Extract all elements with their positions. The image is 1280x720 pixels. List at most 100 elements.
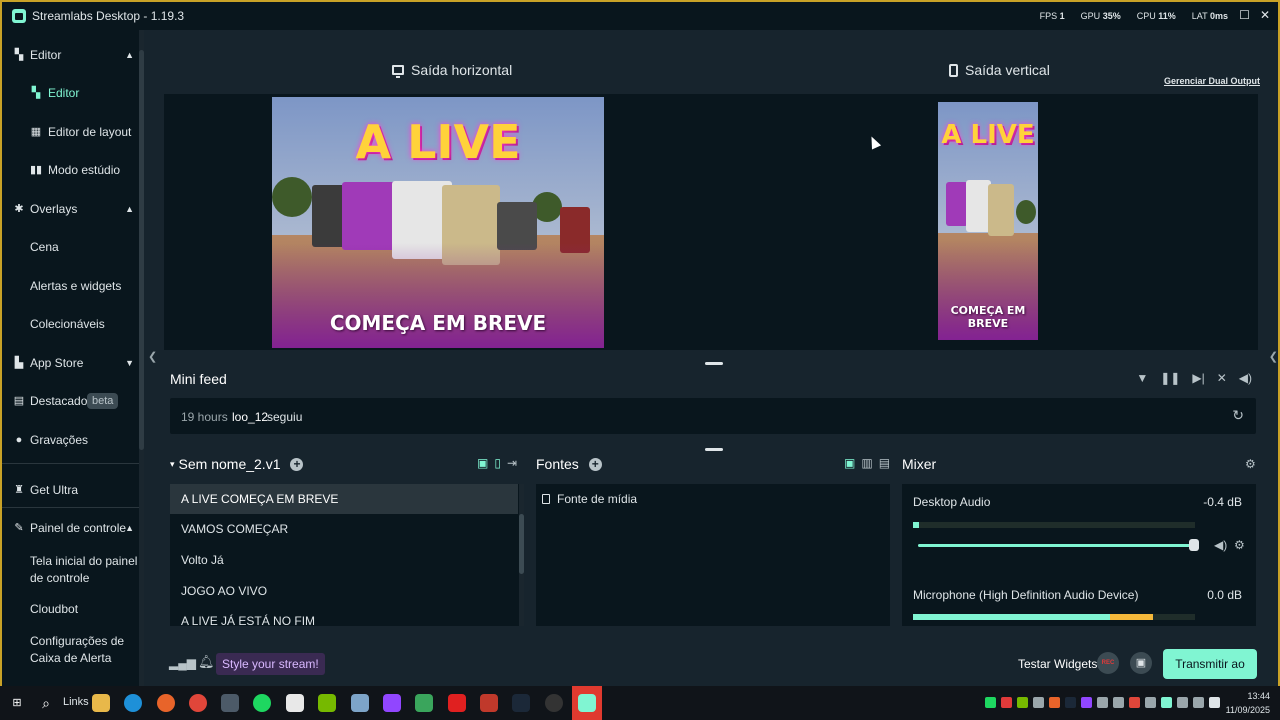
- gear-icon[interactable]: ⚙: [1234, 538, 1245, 552]
- volume-slider[interactable]: [918, 544, 1194, 547]
- tray-icon[interactable]: [985, 697, 996, 708]
- tray-icon[interactable]: [1129, 697, 1140, 708]
- sidebar-group-dashboard[interactable]: ✎ Painel de controle ▲: [2, 513, 144, 543]
- app-icon[interactable]: [221, 694, 239, 712]
- collapse-sidebar-icon[interactable]: ❮: [148, 350, 157, 363]
- event-user[interactable]: loo_12: [232, 410, 268, 424]
- sidebar-item-alerts-widgets[interactable]: Alertas e widgets: [2, 271, 144, 301]
- sidebar-item-layout-editor[interactable]: ▦ Editor de layout: [2, 117, 144, 147]
- resize-handle[interactable]: [705, 448, 723, 451]
- windows-start-icon[interactable]: ⊞: [8, 694, 26, 712]
- sidebar-item-recordings[interactable]: ● Gravações: [2, 425, 144, 455]
- studio-mode-icon: ▮▮: [30, 164, 43, 176]
- sidebar-item-cloudbot[interactable]: Cloudbot: [2, 594, 144, 624]
- tray-icon[interactable]: [1161, 697, 1172, 708]
- sidebar-item-studio-mode[interactable]: ▮▮ Modo estúdio: [2, 155, 144, 185]
- source-properties-icon[interactable]: ▤: [879, 456, 890, 470]
- close-icon[interactable]: ✕: [1260, 8, 1270, 22]
- sidebar-item-collectibles[interactable]: Colecionáveis: [2, 309, 144, 339]
- sidebar-item-highlighter[interactable]: ▤ Destacador beta: [2, 386, 144, 416]
- taskbar-clock[interactable]: 13:44 11/09/2025: [1226, 689, 1270, 717]
- add-scene-icon[interactable]: +: [290, 457, 304, 471]
- nvidia-icon[interactable]: [318, 694, 336, 712]
- scene-item[interactable]: JOGO AO VIVO: [170, 576, 518, 606]
- sidebar-group-editor[interactable]: ▚ Editor ▲: [2, 40, 144, 70]
- horizontal-display-icon[interactable]: ▣: [477, 456, 488, 470]
- source-item[interactable]: Fonte de mídia: [542, 492, 637, 506]
- resize-handle[interactable]: [705, 362, 723, 365]
- replay-buffer-icon[interactable]: ▣: [1130, 652, 1152, 674]
- maximize-icon[interactable]: ☐: [1239, 8, 1250, 22]
- wifi-icon[interactable]: [1177, 697, 1188, 708]
- youtube-icon[interactable]: [448, 694, 466, 712]
- battery-icon[interactable]: [1209, 697, 1220, 708]
- refresh-icon[interactable]: ↻: [1232, 407, 1244, 424]
- steam-icon[interactable]: [512, 694, 530, 712]
- tray-icon[interactable]: [1017, 697, 1028, 708]
- tray-icon[interactable]: [1113, 697, 1124, 708]
- test-widgets-button[interactable]: Testar Widgets: [1018, 657, 1097, 671]
- go-live-button[interactable]: Transmitir ao vivo: [1163, 649, 1257, 701]
- sidebar-item-alertbox-settings[interactable]: Configurações de Caixa de Alerta: [2, 627, 144, 673]
- store-app-icon[interactable]: [286, 694, 304, 712]
- tray-icon[interactable]: [1001, 697, 1012, 708]
- tray-icon[interactable]: [1081, 697, 1092, 708]
- add-source-icon[interactable]: +: [588, 457, 602, 471]
- obs-icon[interactable]: [545, 694, 563, 712]
- mini-feed-event: 19 hours loo_12 seguiu ↻: [170, 398, 1256, 434]
- scene-item[interactable]: A LIVE COMEÇA EM BREVE: [170, 484, 518, 514]
- scene-collection-name[interactable]: Sem nome_2.v1: [179, 456, 281, 472]
- tray-icon[interactable]: [1049, 697, 1060, 708]
- chrome-icon[interactable]: [189, 694, 207, 712]
- app-icon[interactable]: [480, 694, 498, 712]
- sidebar-item-dashboard-home[interactable]: Tela inicial do painel de controle: [2, 547, 144, 593]
- manage-dual-output-link[interactable]: Gerenciar Dual Output: [1164, 76, 1260, 86]
- streamlabs-logo-icon: [12, 9, 26, 23]
- source-group-icon[interactable]: ▥: [861, 456, 872, 470]
- pause-icon[interactable]: ❚❚: [1160, 371, 1180, 385]
- firefox-icon[interactable]: [157, 694, 175, 712]
- mixer-settings-icon[interactable]: ⚙: [1245, 457, 1256, 471]
- volume-icon[interactable]: ◀): [1239, 371, 1252, 385]
- app-icon[interactable]: [351, 694, 369, 712]
- truck-shape: [946, 182, 968, 226]
- scene-item[interactable]: Volto Já: [170, 545, 518, 575]
- record-button[interactable]: REC: [1097, 652, 1119, 674]
- performance-icon[interactable]: ▂▄▆: [169, 656, 196, 670]
- sidebar-item-get-ultra[interactable]: ♜ Get Ultra: [2, 475, 144, 505]
- skip-icon[interactable]: ▶|: [1192, 371, 1204, 385]
- search-icon[interactable]: ⌕: [37, 694, 55, 712]
- spotify-icon[interactable]: [253, 694, 271, 712]
- scene-item[interactable]: A LIVE JÁ ESTÁ NO FIM: [170, 606, 518, 626]
- mute-alerts-icon[interactable]: ✕: [1217, 371, 1227, 385]
- file-explorer-icon[interactable]: [92, 694, 110, 712]
- horizontal-preview[interactable]: A LIVE COMEÇA EM BREVE: [272, 97, 604, 348]
- filter-icon[interactable]: ▼: [1136, 371, 1148, 385]
- speaker-icon[interactable]: ◀): [1214, 538, 1227, 552]
- tray-icon[interactable]: [1097, 697, 1108, 708]
- source-display-icon[interactable]: ▣: [844, 456, 855, 470]
- volume-tray-icon[interactable]: [1193, 697, 1204, 708]
- sidebar-item-scene[interactable]: Cena: [2, 232, 144, 262]
- tray-icon[interactable]: [1145, 697, 1156, 708]
- scene-item[interactable]: VAMOS COMEÇAR: [170, 514, 518, 544]
- style-your-stream-button[interactable]: Style your stream!: [216, 653, 325, 675]
- notification-bell-icon[interactable]: 🔔︎: [198, 654, 215, 670]
- tray-icon[interactable]: [1033, 697, 1044, 708]
- app-icon[interactable]: [415, 694, 433, 712]
- chevron-down-icon[interactable]: ▾: [170, 459, 175, 470]
- streamlabs-taskbar-icon[interactable]: [578, 694, 596, 712]
- twitch-icon[interactable]: [383, 694, 401, 712]
- scenes-scrollbar[interactable]: [519, 484, 524, 626]
- collapse-right-panel-icon[interactable]: ❮: [1269, 350, 1278, 363]
- vertical-display-icon[interactable]: ▯: [494, 456, 501, 470]
- sidebar-item-app-store[interactable]: ▙ App Store ▼: [2, 348, 144, 378]
- transition-icon[interactable]: ⇥: [507, 456, 517, 470]
- sidebar-group-overlays[interactable]: ✱ Overlays ▲: [2, 194, 144, 224]
- volume-slider-knob[interactable]: [1189, 539, 1199, 551]
- taskbar-links[interactable]: Links: [63, 696, 89, 708]
- sidebar-item-editor[interactable]: ▚ Editor: [2, 78, 144, 108]
- vertical-preview[interactable]: A LIVE COMEÇA EM BREVE: [938, 102, 1038, 340]
- tray-icon[interactable]: [1065, 697, 1076, 708]
- edge-browser-icon[interactable]: [124, 694, 142, 712]
